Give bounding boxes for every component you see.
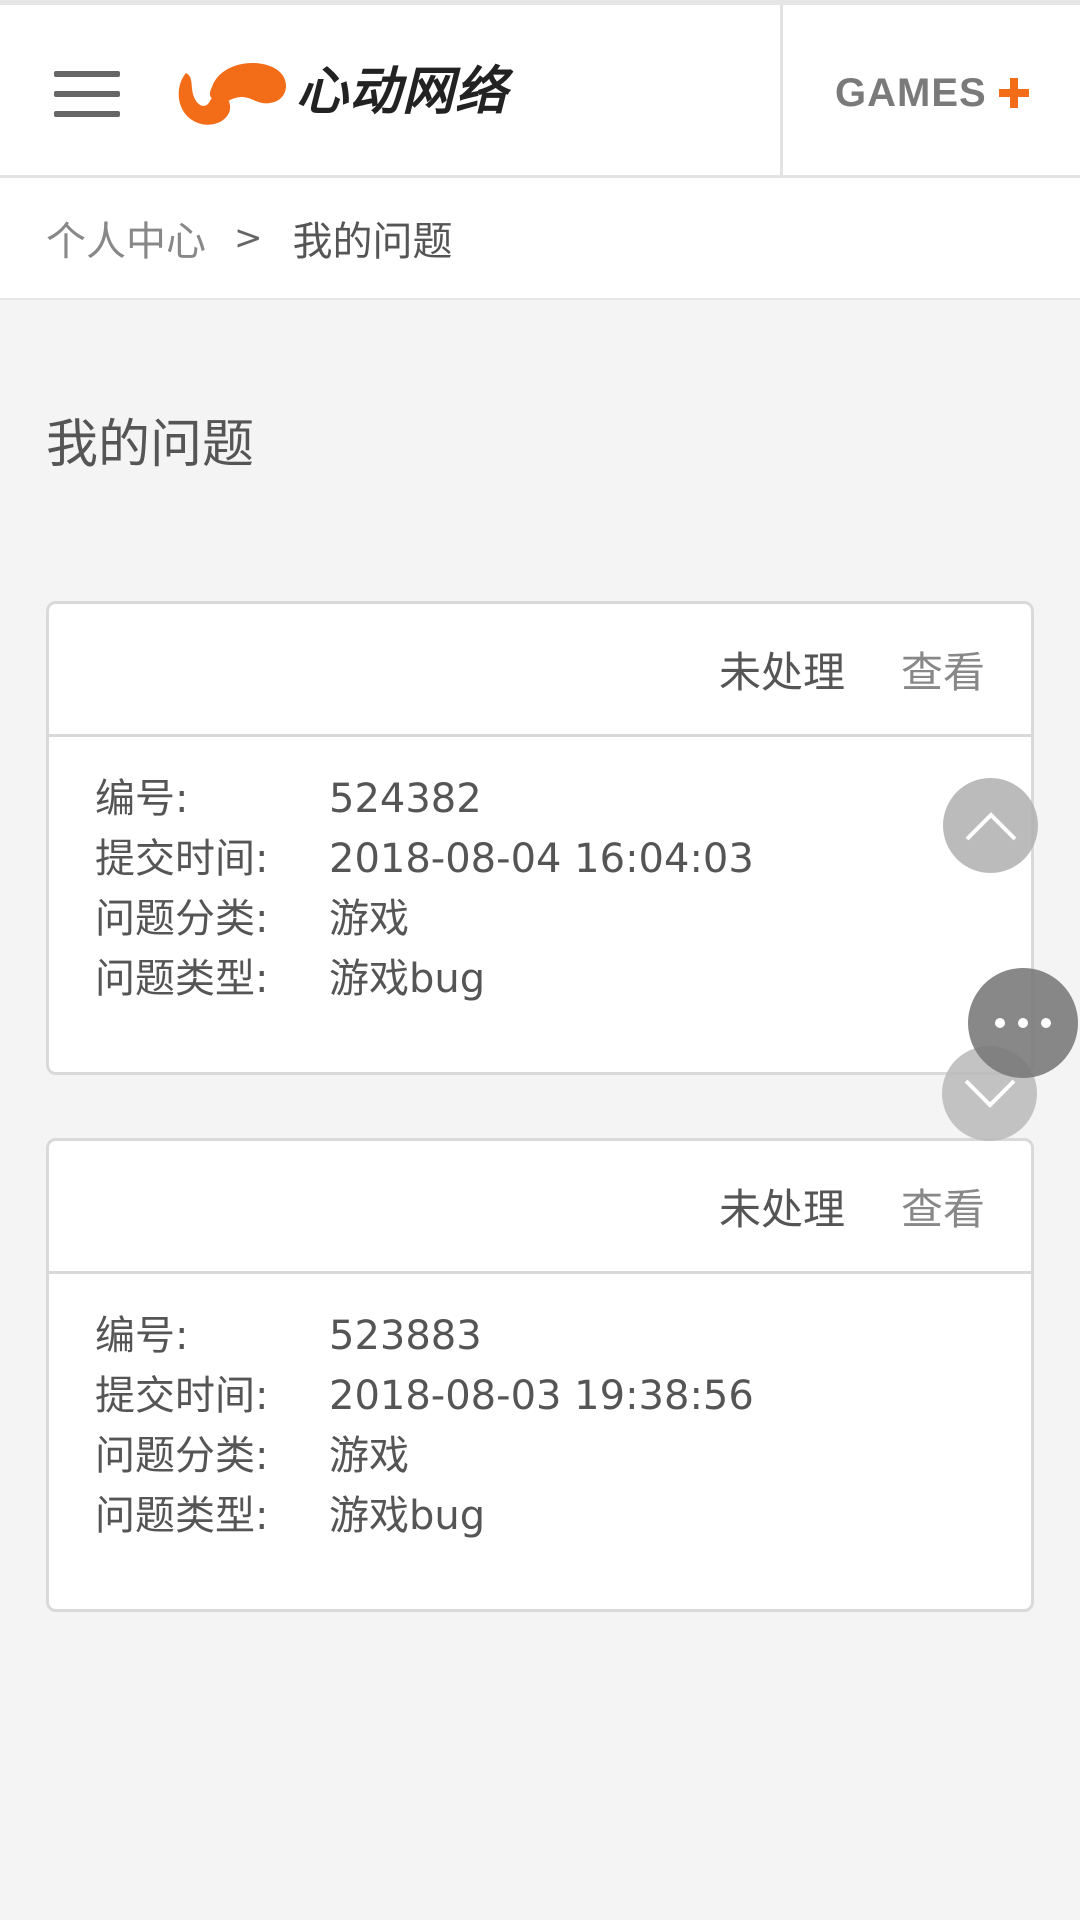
more-options-button[interactable] [968,968,1078,1078]
top-header: 心动网络 GAMES [0,0,1080,178]
ticket-details: 编号: 524382 提交时间: 2018-08-04 16:04:03 问题分… [49,737,1031,1009]
games-label: GAMES [835,70,987,115]
ticket-card-header: 未处理 查看 [49,1141,1031,1274]
status-badge: 未处理 [718,1184,845,1234]
more-dots-icon [995,1018,1051,1028]
field-label: 问题类型: [95,1493,269,1539]
games-plus-link[interactable]: GAMES [835,65,1031,121]
brand-logo-mark-icon [178,63,287,125]
page-title: 我的问题 [46,415,255,475]
breadcrumb-separator: > [234,218,263,258]
ticket-details: 编号: 523883 提交时间: 2018-08-03 19:38:56 问题分… [49,1274,1031,1546]
brand-logo[interactable]: 心动网络 [172,57,508,127]
field-value: 游戏 [329,1433,409,1479]
ticket-field-row: 问题类型: 游戏bug [95,949,1031,1009]
chevron-down-icon [964,1079,1015,1108]
field-label: 提交时间: [95,1373,269,1419]
view-ticket-link[interactable]: 查看 [901,639,985,700]
breadcrumb-current: 我的问题 [292,219,453,265]
field-value: 游戏bug [329,956,486,1002]
ticket-field-row: 提交时间: 2018-08-04 16:04:03 [95,829,1031,889]
field-value: 524382 [329,776,482,822]
ticket-card: 未处理 查看 编号: 524382 提交时间: 2018-08-04 16:04… [46,601,1034,1075]
field-value: 2018-08-04 16:04:03 [329,836,754,882]
ticket-field-row: 编号: 524382 [95,769,1031,829]
field-value: 游戏bug [329,1493,486,1539]
view-ticket-link[interactable]: 查看 [901,1176,985,1237]
ticket-field-row: 问题分类: 游戏 [95,889,1031,949]
field-label: 提交时间: [95,836,269,882]
ticket-field-row: 提交时间: 2018-08-03 19:38:56 [95,1366,1031,1426]
field-value: 游戏 [329,896,409,942]
chevron-up-icon [965,811,1016,840]
brand-name: 心动网络 [296,62,509,122]
field-label: 问题分类: [95,1433,269,1479]
scroll-up-button[interactable] [943,778,1038,873]
field-value: 2018-08-03 19:38:56 [329,1373,754,1419]
field-label: 问题类型: [95,956,269,1002]
field-value: 523883 [329,1313,482,1359]
plus-icon [998,78,1029,108]
ticket-card: 未处理 查看 编号: 523883 提交时间: 2018-08-03 19:38… [46,1138,1034,1612]
field-label: 编号: [95,1313,189,1359]
hamburger-menu-icon[interactable] [54,71,120,117]
breadcrumb: 个人中心 > 我的问题 [0,178,1080,300]
header-divider [780,5,783,178]
ticket-field-row: 问题类型: 游戏bug [95,1486,1031,1546]
status-badge: 未处理 [718,647,845,697]
field-label: 编号: [95,776,189,822]
ticket-field-row: 问题分类: 游戏 [95,1426,1031,1486]
field-label: 问题分类: [95,896,269,942]
breadcrumb-home-link[interactable]: 个人中心 [46,209,206,267]
ticket-field-row: 编号: 523883 [95,1306,1031,1366]
ticket-card-header: 未处理 查看 [49,604,1031,737]
